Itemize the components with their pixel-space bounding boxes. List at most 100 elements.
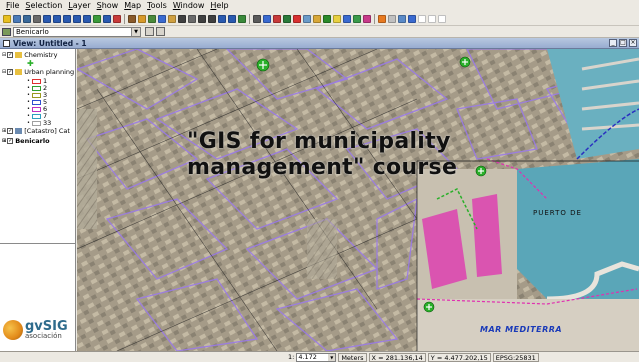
select-icon[interactable]: [148, 14, 156, 23]
legend-swatch: [31, 99, 41, 105]
legend-icon[interactable]: [343, 14, 351, 23]
export-icon[interactable]: [378, 14, 386, 23]
legend-bullet-icon: •: [27, 120, 30, 126]
select-circle-icon[interactable]: [178, 14, 186, 23]
minimize-icon[interactable]: _: [609, 39, 617, 47]
zoom-in-icon[interactable]: [13, 14, 21, 23]
zoom-prev-icon[interactable]: [63, 14, 71, 23]
tree-expand-icon[interactable]: ⊟: [2, 69, 6, 75]
zoom-layer-icon[interactable]: [53, 14, 61, 23]
course-title-line-2: management" course: [187, 155, 458, 180]
toc-layer-urban-planning[interactable]: ⊟ ✓ Urban planning: [2, 68, 74, 76]
legend-swatch: [31, 85, 41, 91]
zoom-select-icon[interactable]: [73, 14, 81, 23]
blank-2-icon[interactable]: [428, 14, 436, 23]
edit-vertex-icon[interactable]: [218, 14, 226, 23]
layer-folder-icon: [15, 69, 23, 75]
view-properties-button[interactable]: [156, 27, 165, 36]
layer-label: [Catastro] Cat: [24, 127, 70, 135]
menu-file[interactable]: File: [3, 0, 22, 12]
layer-checkbox[interactable]: ✓: [7, 128, 14, 134]
measure-area-icon[interactable]: [113, 14, 121, 23]
view-selector-bar: Benicarlo ▼: [0, 26, 639, 38]
measure-distance-icon[interactable]: [103, 14, 111, 23]
chevron-down-icon[interactable]: ▼: [131, 27, 140, 36]
table-icon[interactable]: [313, 14, 321, 23]
legend-swatch: [31, 92, 41, 98]
scale-prefix: 1:: [288, 353, 295, 361]
legend-swatch: [31, 113, 41, 119]
chemistry-marker-icon: ✚: [27, 58, 34, 68]
menu-bar: File Selection Layer Show Map Tools Wind…: [0, 0, 639, 12]
table-of-contents: ⊟ ✓ Chemistry ✚ ⊟ ✓ Urban planning • 1 • 2 •…: [0, 49, 76, 243]
maximize-icon[interactable]: □: [619, 39, 627, 47]
add-line-icon[interactable]: [238, 14, 246, 23]
scale-value: 4.172: [298, 353, 317, 361]
select-buffer-icon[interactable]: [188, 14, 196, 23]
grid-icon[interactable]: [398, 14, 406, 23]
port-label: PUERTO DE: [533, 209, 582, 217]
course-title: "GIS for municipality management" course: [187, 129, 457, 181]
hyperlink-icon[interactable]: [138, 14, 146, 23]
print-icon[interactable]: [363, 14, 371, 23]
scale-control: 1: 4.172 ▼: [288, 352, 338, 362]
zoom-full-icon[interactable]: [43, 14, 51, 23]
chevron-down-icon[interactable]: ▼: [328, 353, 336, 361]
menu-help[interactable]: Help: [207, 0, 231, 12]
locate-icon[interactable]: [128, 14, 136, 23]
close-icon[interactable]: ×: [629, 39, 637, 47]
scale-input[interactable]: 4.172 ▼: [296, 352, 337, 362]
view-select[interactable]: Benicarlo ▼: [13, 26, 141, 37]
menu-window[interactable]: Window: [170, 0, 208, 12]
layout-icon[interactable]: [353, 14, 361, 23]
rotate-icon[interactable]: [283, 14, 291, 23]
delete-icon[interactable]: [293, 14, 301, 23]
x-coordinate: X = 281.136,14: [368, 352, 426, 362]
menu-map[interactable]: Map: [121, 0, 144, 12]
menu-layer[interactable]: Layer: [65, 0, 93, 12]
add-layer-icon[interactable]: [3, 14, 11, 23]
tree-expand-icon[interactable]: ⊞: [2, 128, 6, 134]
legend-label: 33: [42, 119, 52, 127]
add-polygon-icon[interactable]: [253, 14, 261, 23]
open-view-button[interactable]: [145, 27, 154, 36]
snap-icon[interactable]: [388, 14, 396, 23]
add-point-icon[interactable]: [228, 14, 236, 23]
chemistry-symbol: ✚: [27, 58, 34, 68]
tree-expand-icon[interactable]: ⊟: [2, 52, 6, 58]
invert-select-icon[interactable]: [198, 14, 206, 23]
properties-icon[interactable]: [303, 14, 311, 23]
zoom-back-icon[interactable]: [83, 14, 91, 23]
label-icon[interactable]: [333, 14, 341, 23]
legend-swatch: [31, 78, 41, 84]
move-icon[interactable]: [263, 14, 271, 23]
menu-selection[interactable]: Selection: [22, 0, 65, 12]
menu-show[interactable]: Show: [94, 0, 122, 12]
map-rendering: [77, 49, 639, 351]
info-icon[interactable]: [93, 14, 101, 23]
zoom-out-icon[interactable]: [23, 14, 31, 23]
map-canvas[interactable]: "GIS for municipality management" course…: [77, 49, 639, 351]
legend-swatch: [31, 120, 41, 126]
layer-checkbox[interactable]: ✓: [7, 52, 14, 58]
pan-icon[interactable]: [33, 14, 41, 23]
layer-checkbox[interactable]: ✓: [7, 69, 14, 75]
view-window-titlebar[interactable]: View: Untitled - 1 _ □ ×: [0, 38, 639, 49]
tree-expand-icon[interactable]: ⊞: [2, 138, 6, 144]
toc-layer-catastro[interactable]: ⊞ ✓ [Catastro] Cat: [2, 127, 70, 135]
layer-checkbox[interactable]: ✓: [7, 138, 14, 144]
select-rect-icon[interactable]: [158, 14, 166, 23]
toc-layer-benicarlo[interactable]: ⊞ ✓ Benicarlo: [2, 137, 50, 145]
north-icon[interactable]: [408, 14, 416, 23]
sea-label: MAR MEDITERRA: [480, 325, 563, 334]
scale-icon[interactable]: [273, 14, 281, 23]
view-select-value: Benicarlo: [16, 27, 49, 36]
blank-3-icon[interactable]: [438, 14, 446, 23]
units-field: Meters: [338, 352, 367, 362]
graph-icon[interactable]: [323, 14, 331, 23]
select-polygon-icon[interactable]: [168, 14, 176, 23]
clear-select-icon[interactable]: [208, 14, 216, 23]
blank-1-icon[interactable]: [418, 14, 426, 23]
layer-folder-icon: [15, 52, 23, 58]
menu-tools[interactable]: Tools: [144, 0, 170, 12]
